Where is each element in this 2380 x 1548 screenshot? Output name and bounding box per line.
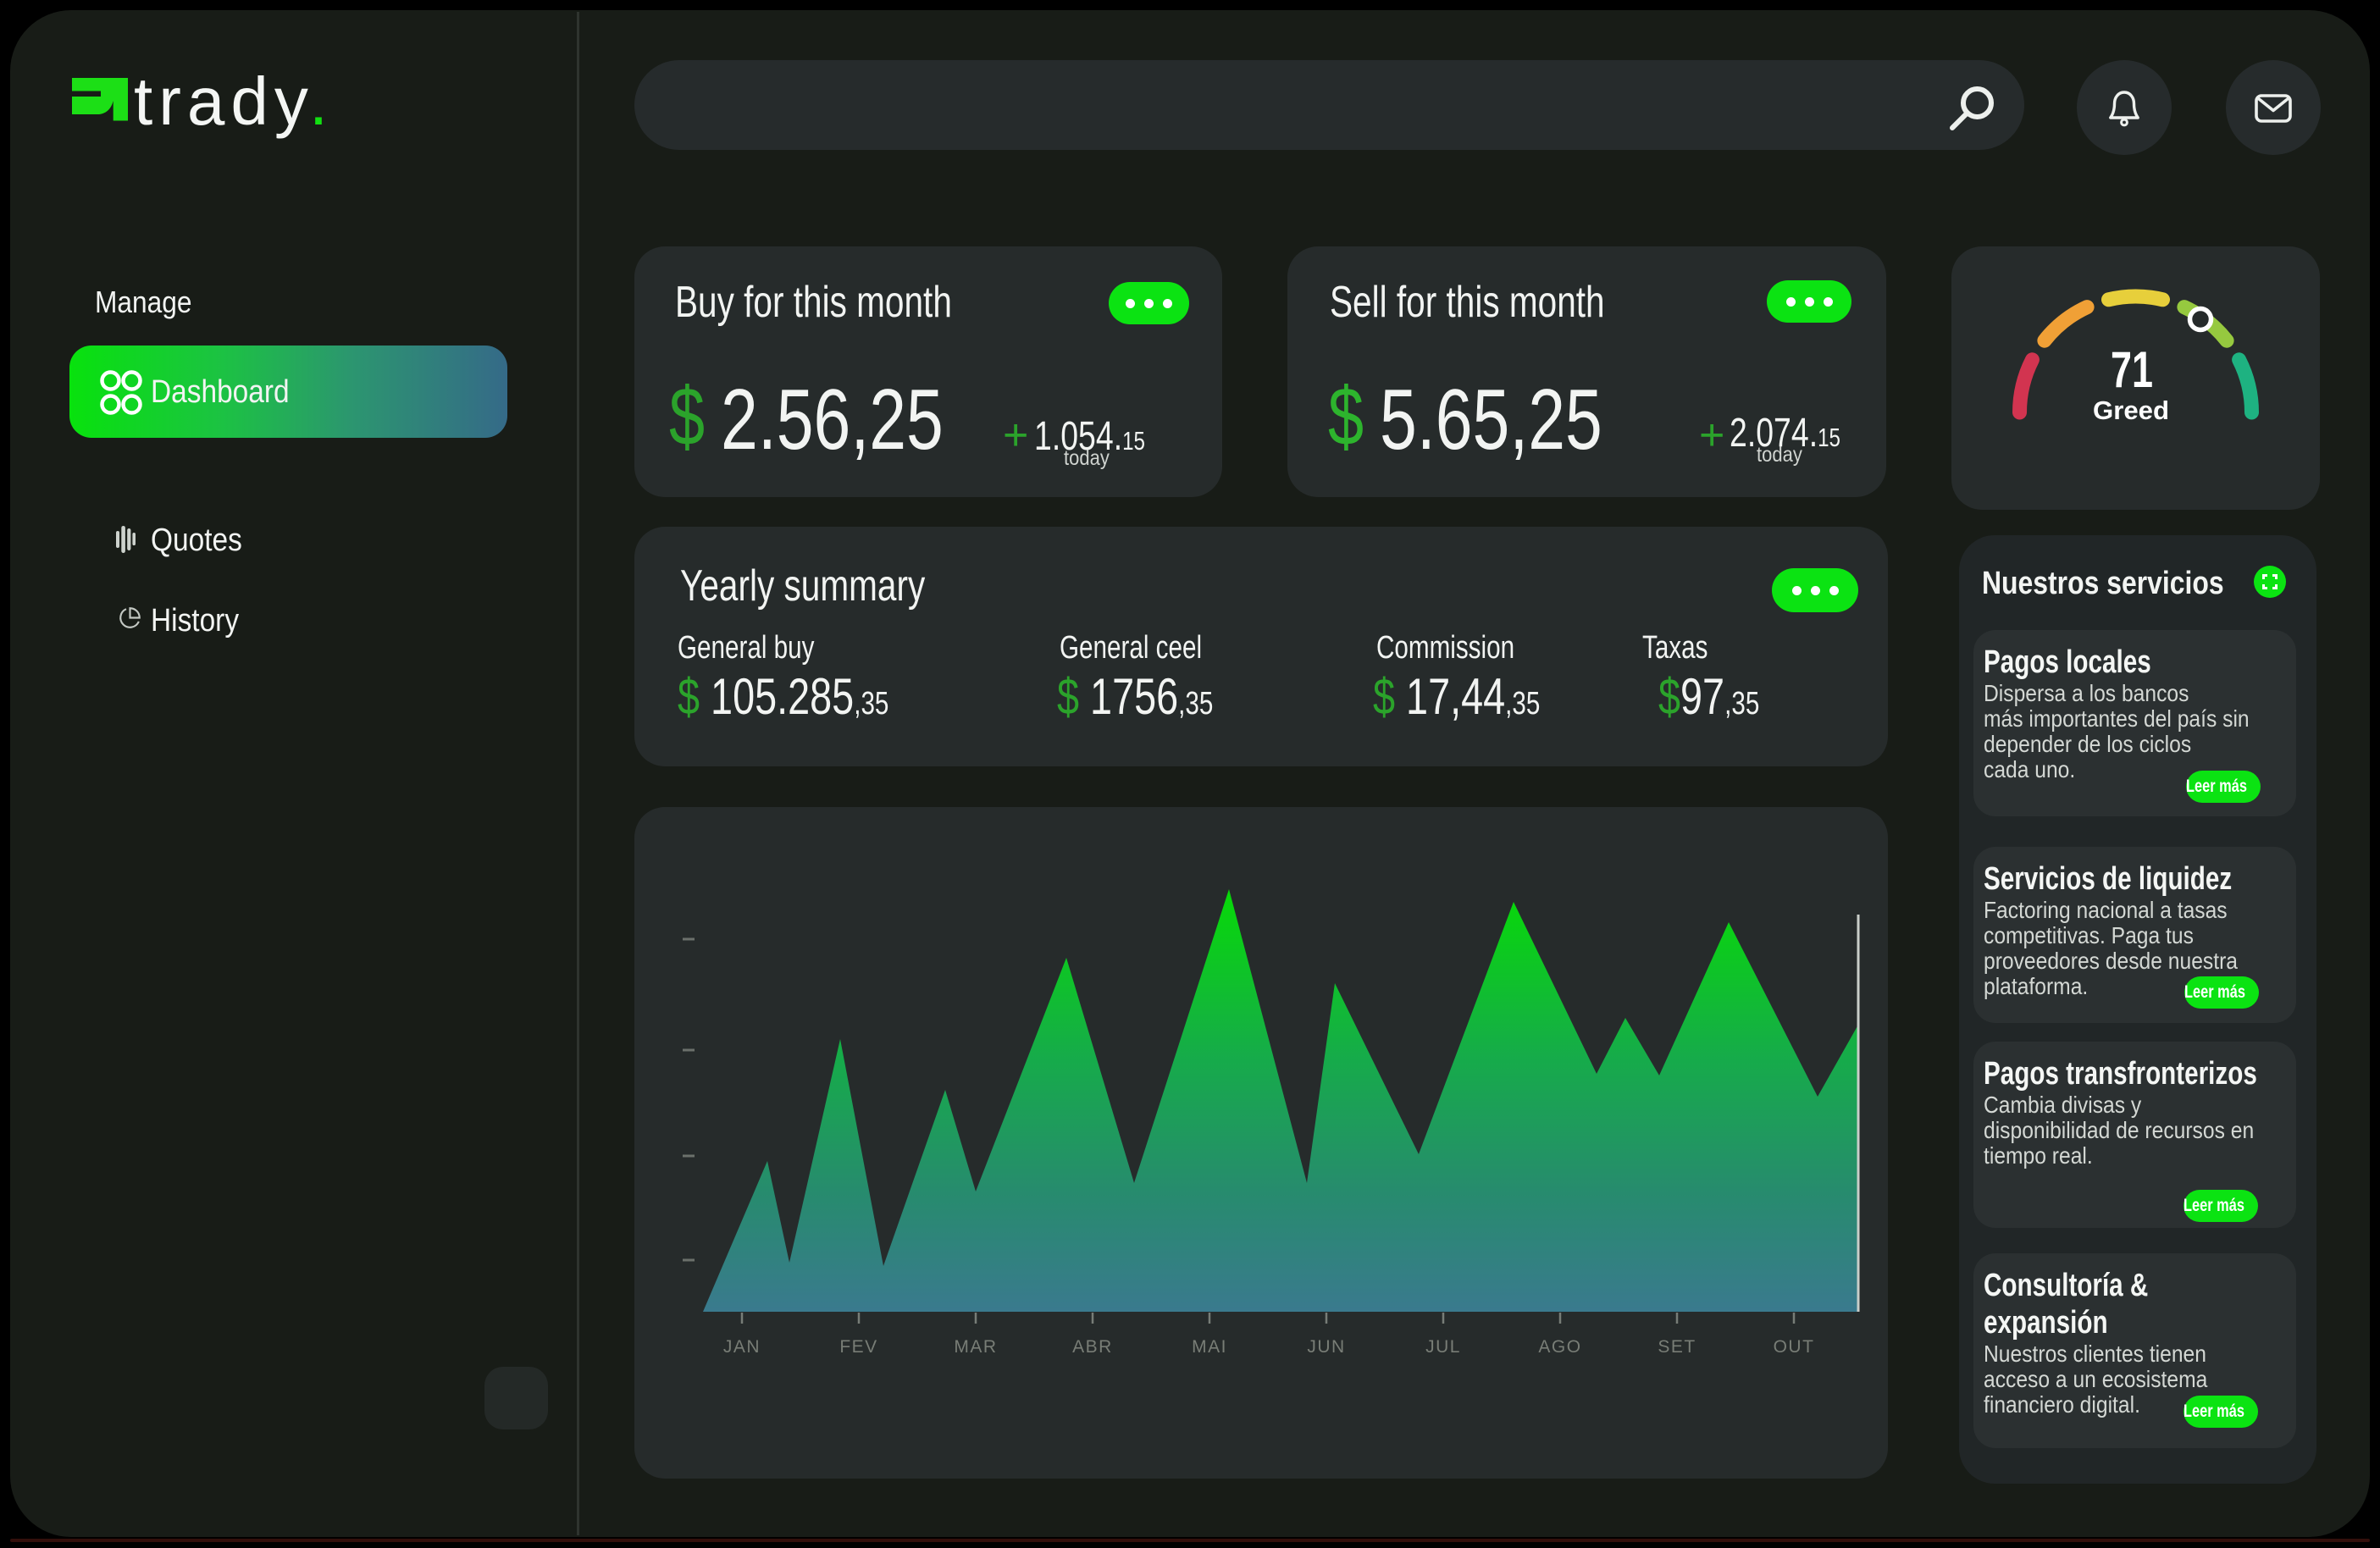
svg-text:OUT: OUT [1774, 1337, 1815, 1357]
svg-text:JAN: JAN [723, 1337, 761, 1357]
svg-text:Greed: Greed [2093, 395, 2169, 425]
svg-text:71: 71 [2111, 341, 2153, 398]
svg-text:FEV: FEV [839, 1337, 877, 1357]
svg-text:MAR: MAR [954, 1337, 997, 1357]
svg-text:JUN: JUN [1307, 1337, 1345, 1357]
svg-text:JUL: JUL [1425, 1337, 1461, 1357]
svg-text:SET: SET [1658, 1337, 1696, 1357]
svg-text:ABR: ABR [1072, 1337, 1113, 1357]
svg-text:AGO: AGO [1538, 1337, 1581, 1357]
svg-text:MAI: MAI [1192, 1337, 1227, 1357]
